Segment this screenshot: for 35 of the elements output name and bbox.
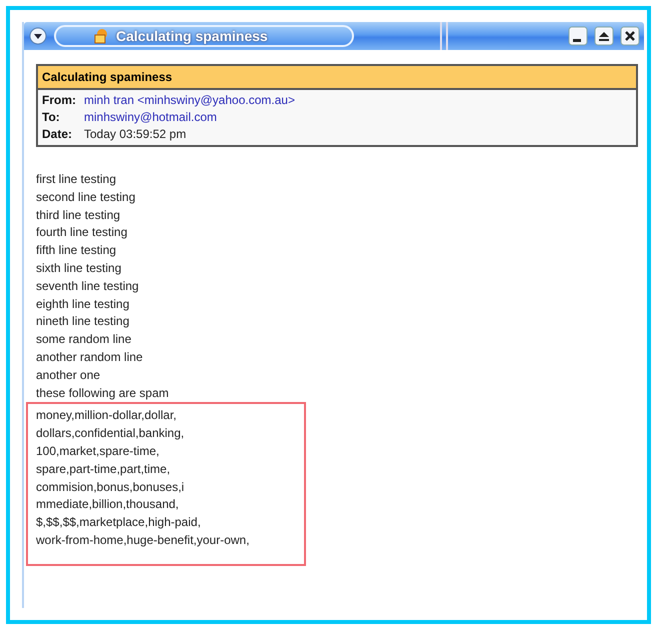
close-button[interactable] [620, 26, 640, 46]
field-value: Today 03:59:52 pm [84, 127, 188, 141]
message-line: third line testing [36, 206, 122, 224]
field-label: To: [42, 110, 61, 124]
message-line: these following are spam [36, 384, 170, 402]
message-line: another random line [36, 348, 144, 366]
message-line: $,$$,$$,marketplace,high-paid, [36, 514, 202, 532]
message-line: seventh line testing [36, 278, 140, 295]
message-line: money,million-dollar,dollar, [36, 407, 178, 424]
menu-button[interactable] [28, 26, 48, 46]
message-line: mmediate,billion,thousand, [36, 496, 180, 514]
maximize-button[interactable] [594, 26, 614, 46]
message-line: some random line [36, 331, 132, 348]
divider-handle[interactable] [440, 22, 448, 50]
message-line: spare,part-time,part,time, [36, 460, 172, 478]
message-subject: Calculating spaminess [38, 66, 636, 90]
message-line: commision,bonus,bonuses,i [36, 478, 186, 496]
address-link[interactable]: minhswiny@hotmail.com [84, 110, 632, 124]
message-line: sixth line testing [36, 260, 122, 277]
minimize-button[interactable] [568, 26, 588, 46]
window-title: Calculating spaminess [116, 28, 268, 44]
message-line: nineth line testing [36, 313, 130, 330]
message-line: fifth line testing [36, 242, 118, 260]
field-label: Date: [42, 127, 74, 141]
mail-icon [92, 27, 110, 45]
message-line: work-from-home,huge-benefit,your-own, [36, 532, 250, 549]
message-line: another one [36, 366, 102, 384]
message-line: first line testing [36, 171, 118, 188]
message-line: dollars,confidential,banking, [36, 425, 186, 442]
message-line: fourth line testing [36, 224, 128, 242]
field-label: From: [42, 93, 76, 107]
message-line: eighth line testing [36, 296, 130, 313]
message-line: 100,market,spare-time, [36, 442, 160, 460]
address-link[interactable]: minh tran <minhswiny@yahoo.com.au> [84, 93, 632, 107]
message-line: second line testing [36, 188, 136, 206]
